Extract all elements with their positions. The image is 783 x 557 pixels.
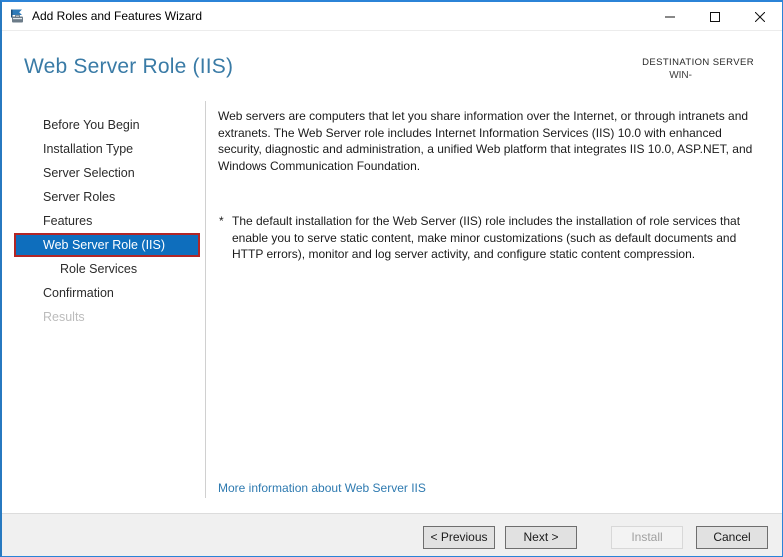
- sidebar-item-features[interactable]: Features: [2, 209, 205, 233]
- add-roles-features-wizard-window: Add Roles and Features Wizard Web Server…: [0, 0, 783, 557]
- sidebar-content-divider: [205, 101, 206, 498]
- sidebar-item-server-roles[interactable]: Server Roles: [2, 185, 205, 209]
- sidebar-item-web-server-role-iis[interactable]: Web Server Role (IIS): [14, 233, 200, 257]
- next-button[interactable]: Next >: [505, 526, 577, 549]
- close-icon: [755, 12, 765, 22]
- bullet-marker: *: [219, 213, 232, 263]
- page-title: Web Server Role (IIS): [24, 55, 233, 79]
- destination-server-block: DESTINATION SERVER WIN-: [642, 57, 754, 81]
- sidebar-item-installation-type[interactable]: Installation Type: [2, 137, 205, 161]
- destination-server-name: WIN-: [642, 70, 754, 81]
- maximize-icon: [710, 12, 720, 22]
- window-controls: [647, 2, 782, 31]
- cancel-button[interactable]: Cancel: [696, 526, 768, 549]
- bullet-text: The default installation for the Web Ser…: [232, 213, 765, 263]
- close-button[interactable]: [737, 2, 782, 31]
- role-default-install-bullet: * The default installation for the Web S…: [219, 213, 765, 263]
- server-manager-icon: [9, 8, 25, 24]
- window-title: Add Roles and Features Wizard: [32, 9, 202, 23]
- previous-button[interactable]: < Previous: [423, 526, 495, 549]
- sidebar-item-results: Results: [2, 305, 205, 329]
- sidebar-item-server-selection[interactable]: Server Selection: [2, 161, 205, 185]
- minimize-button[interactable]: [647, 2, 692, 31]
- minimize-icon: [665, 12, 675, 22]
- sidebar-item-confirmation[interactable]: Confirmation: [2, 281, 205, 305]
- destination-server-label: DESTINATION SERVER: [642, 57, 754, 68]
- maximize-button[interactable]: [692, 2, 737, 31]
- role-description-text: Web servers are computers that let you s…: [218, 108, 765, 174]
- sidebar-item-role-services[interactable]: Role Services: [2, 257, 205, 281]
- sidebar-item-before-you-begin[interactable]: Before You Begin: [2, 113, 205, 137]
- title-bar: Add Roles and Features Wizard: [2, 2, 782, 31]
- more-information-link[interactable]: More information about Web Server IIS: [218, 481, 426, 495]
- install-button[interactable]: Install: [611, 526, 683, 549]
- wizard-steps-nav: Before You Begin Installation Type Serve…: [2, 113, 205, 329]
- wizard-footer: < Previous Next > Install Cancel: [2, 513, 782, 556]
